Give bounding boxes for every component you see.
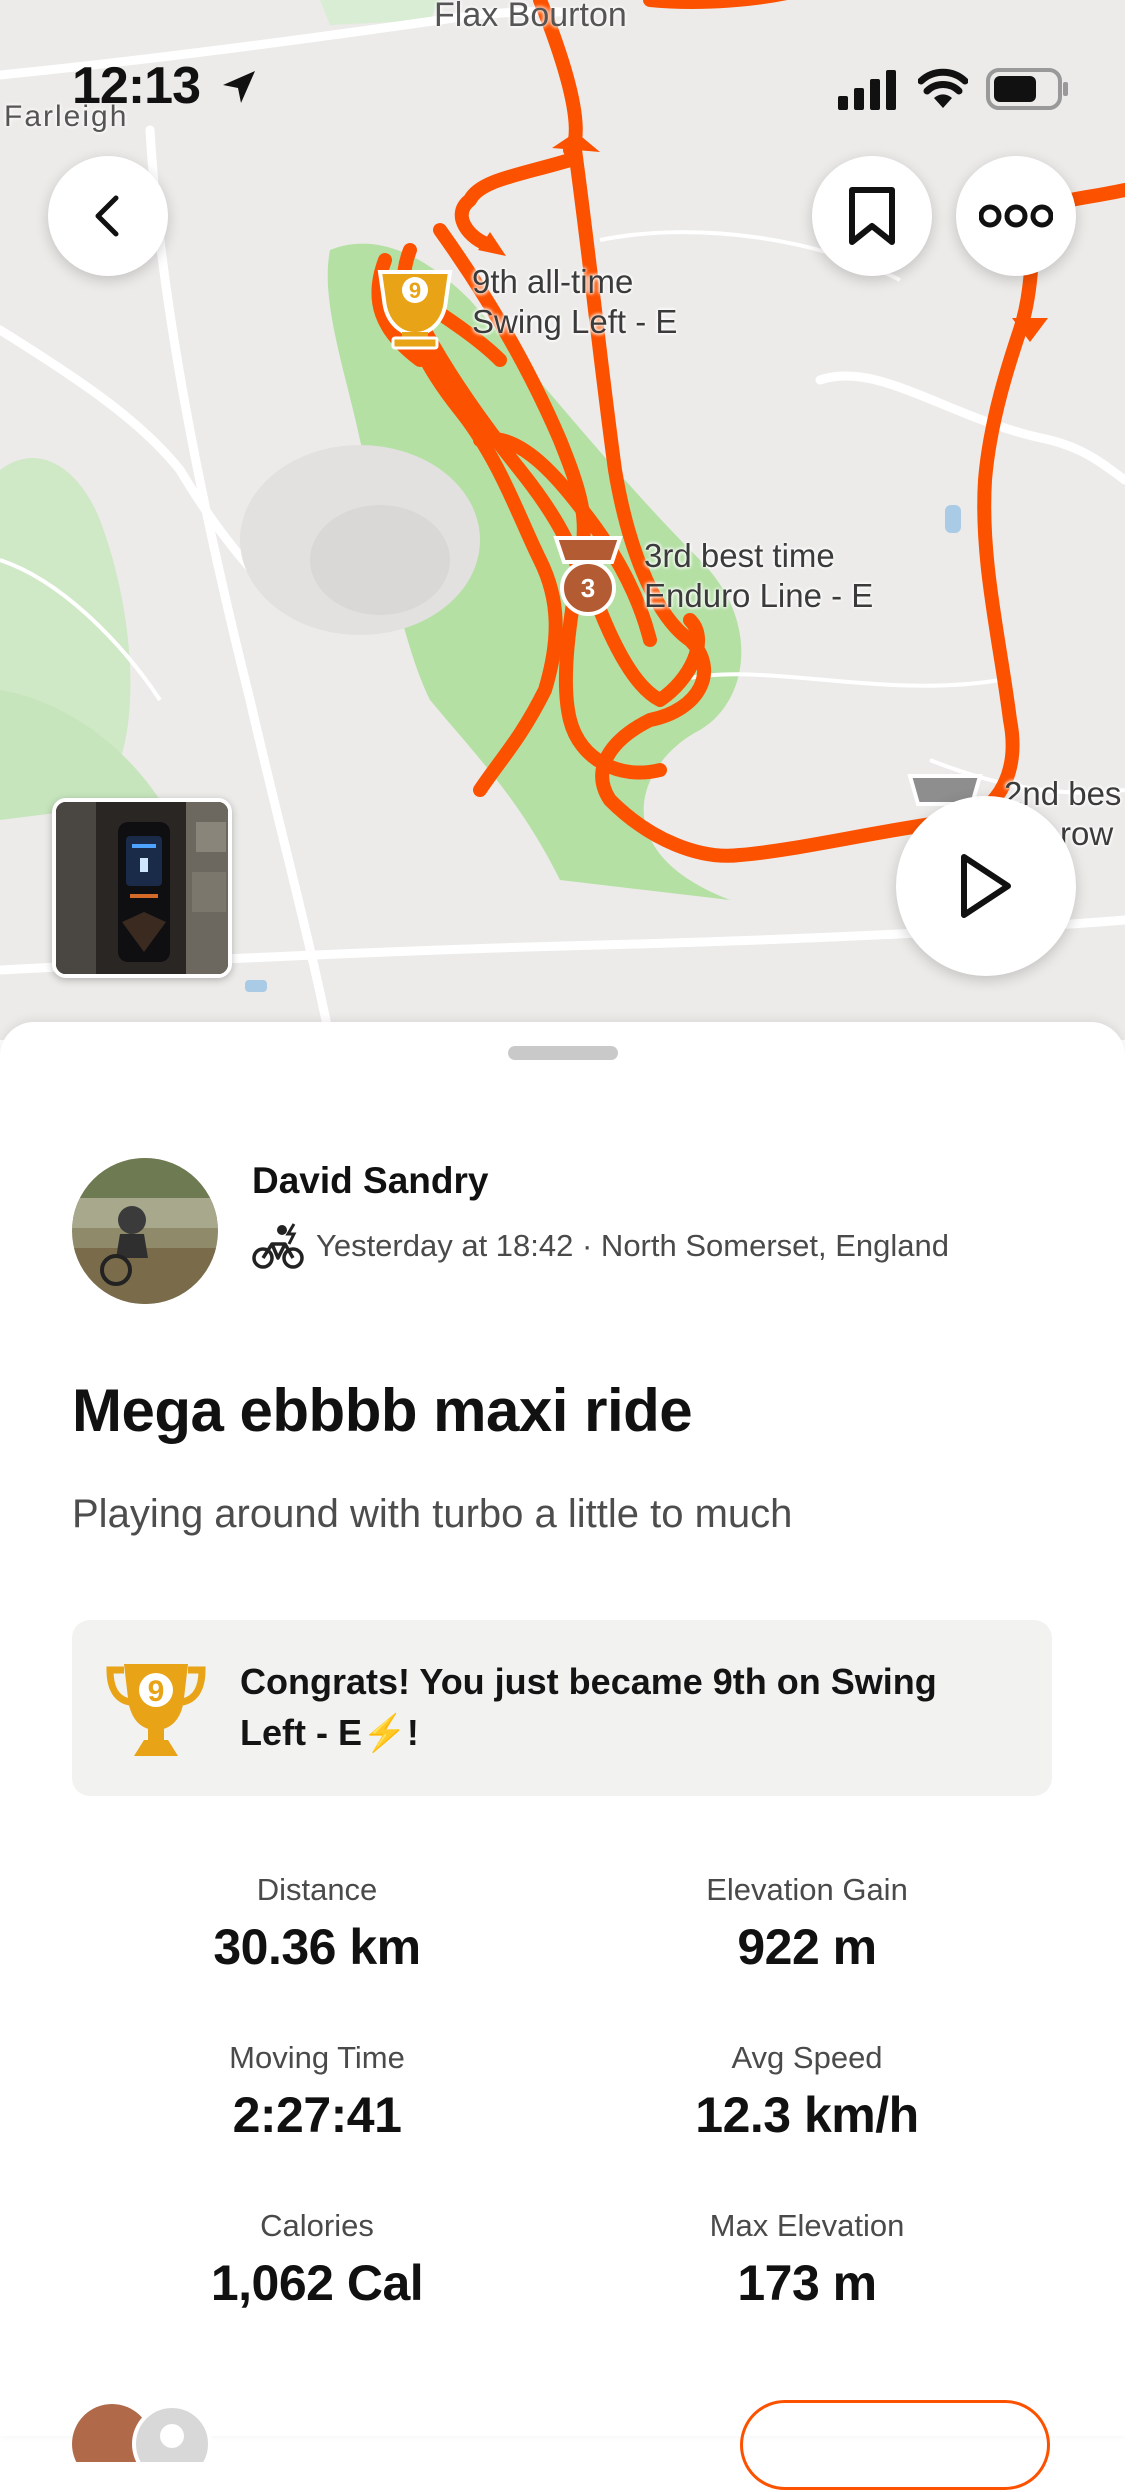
- activity-title: Mega ebbbb maxi ride: [72, 1377, 693, 1444]
- activity-description: Playing around with turbo a little to mu…: [72, 1492, 793, 1536]
- more-options-button[interactable]: [956, 156, 1076, 276]
- activity-photo-thumbnail[interactable]: [52, 798, 232, 978]
- stat-avg-speed: Avg Speed 12.3 km/h: [695, 2040, 919, 2143]
- more-icon: [979, 204, 1053, 228]
- stat-moving-time: Moving Time 2:27:41: [229, 2040, 405, 2143]
- athlete-name[interactable]: David Sandry: [252, 1160, 488, 1202]
- play-icon: [961, 854, 1011, 918]
- save-route-button[interactable]: [812, 156, 932, 276]
- trophy-icon: 9: [106, 1664, 206, 1756]
- segment-achievement-label[interactable]: 9th all-time Swing Left - E: [472, 262, 677, 342]
- svg-text:3: 3: [581, 573, 595, 603]
- chevron-left-icon: [95, 195, 119, 237]
- activity-details-sheet[interactable]: David Sandry Yesterday at 18:42 · North …: [0, 1022, 1125, 2490]
- achievement-text: Congrats! You just became 9th on Swing L…: [240, 1661, 937, 1753]
- wifi-icon: [918, 68, 968, 108]
- athlete-avatar[interactable]: [72, 1158, 218, 1304]
- stat-elevation-gain: Elevation Gain 922 m: [706, 1872, 908, 1975]
- status-time: 12:13: [72, 56, 259, 116]
- svg-text:9: 9: [148, 1675, 165, 1708]
- stat-distance: Distance 30.36 km: [213, 1872, 421, 1975]
- group-members-row[interactable]: [72, 2402, 232, 2484]
- group-avatars: [72, 2404, 212, 2484]
- photo-image: [56, 802, 228, 974]
- map-place-label: Flax Bourton: [434, 0, 627, 34]
- stat-max-elevation: Max Elevation 173 m: [709, 2208, 905, 2311]
- sheet-drag-handle[interactable]: [508, 1046, 618, 1060]
- flyover-play-button[interactable]: [896, 796, 1076, 976]
- ebike-icon: [252, 1223, 304, 1269]
- medal-marker-icon: 3: [553, 536, 623, 616]
- stat-calories: Calories 1,062 Cal: [210, 2208, 424, 2311]
- segment-achievement-label[interactable]: 3rd best time Enduro Line - E: [644, 536, 873, 616]
- back-button[interactable]: [48, 156, 168, 276]
- svg-text:9: 9: [409, 278, 421, 303]
- activity-meta: Yesterday at 18:42 · North Somerset, Eng…: [252, 1222, 949, 1270]
- avatar-image: [72, 1158, 218, 1304]
- activity-date-location: Yesterday at 18:42 · North Somerset, Eng…: [316, 1228, 950, 1263]
- cellular-signal-icon: [838, 70, 896, 110]
- route-map[interactable]: 9 3 Flax Bourton Farleigh 9th all-time S…: [0, 0, 1125, 1040]
- partial-action-button[interactable]: [740, 2400, 1050, 2490]
- bookmark-icon: [849, 187, 895, 245]
- achievement-banner[interactable]: 9 Congrats! You just became 9th on Swing…: [72, 1620, 1052, 1796]
- location-arrow-icon: [223, 71, 256, 103]
- battery-icon: [986, 68, 1068, 110]
